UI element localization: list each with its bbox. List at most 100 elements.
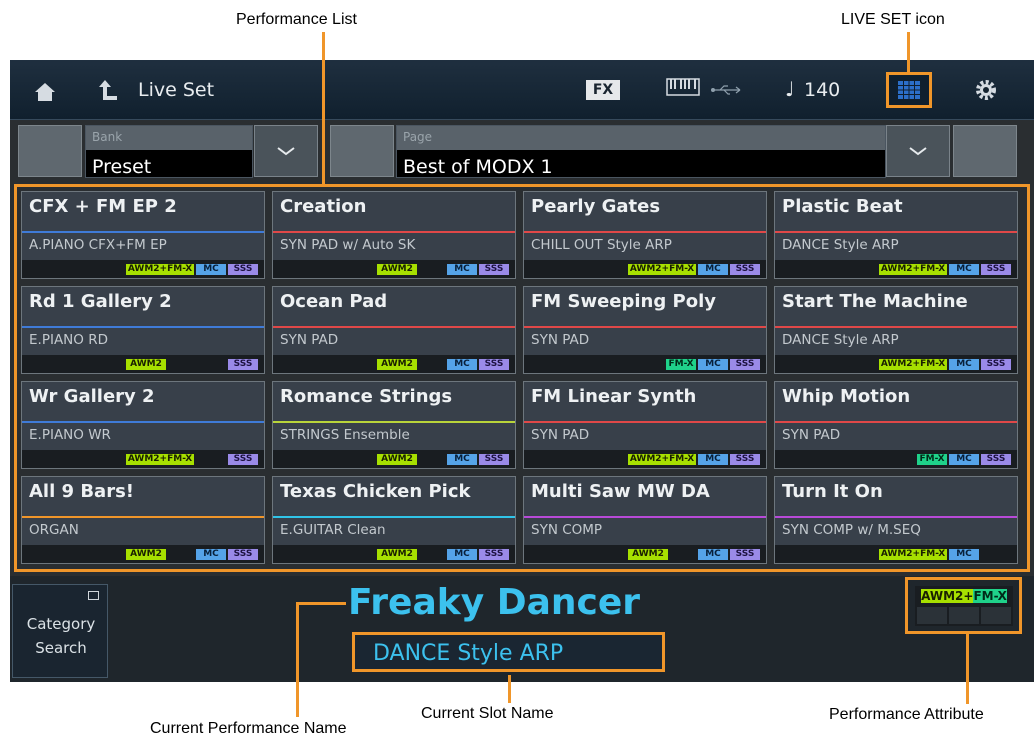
right-blank-button[interactable] xyxy=(953,125,1017,177)
slot-attribute-row: AWM2 SSS xyxy=(22,355,264,373)
slot-category-line xyxy=(273,231,515,233)
slot-performance-name: CFX + FM EP 2 xyxy=(29,196,177,217)
callout-leader xyxy=(508,675,511,703)
attribute-badge-ssc: SSS xyxy=(228,454,258,465)
slot-performance-name: Ocean Pad xyxy=(280,291,388,312)
fx-icon[interactable]: FX xyxy=(586,80,620,100)
attribute-badge-mc: MC xyxy=(196,264,226,275)
slot-category-name: DANCE Style ARP xyxy=(782,332,899,348)
tempo-value[interactable]: 140 xyxy=(804,79,840,101)
slot-performance-name: Multi Saw MW DA xyxy=(531,481,710,502)
slot-category-line xyxy=(273,516,515,518)
page-title: Live Set xyxy=(138,79,215,101)
chevron-down-icon xyxy=(909,147,927,156)
performance-attribute: AWM2+FM-X xyxy=(905,577,1022,634)
callout-liveset-icon: LIVE SET icon xyxy=(841,11,945,28)
attribute-badge-awm: AWM2 xyxy=(377,549,417,560)
slot-category-line xyxy=(775,421,1017,423)
attribute-badge-mc: MC xyxy=(698,359,728,370)
slot-category-name: ORGAN xyxy=(29,522,79,538)
attribute-badge-ssc: SSS xyxy=(730,359,760,370)
slot-performance-name: Texas Chicken Pick xyxy=(280,481,471,502)
slot-category-line xyxy=(22,326,264,328)
performance-slot[interactable]: FM Linear Synth SYN PAD AWM2+FM-X MC SSS xyxy=(523,381,767,469)
performance-slot[interactable]: Multi Saw MW DA SYN COMP AWM2 MC SSS xyxy=(523,476,767,564)
performance-slot[interactable]: All 9 Bars! ORGAN AWM2 MC SSS xyxy=(21,476,265,564)
attribute-badge-mc: MC xyxy=(949,359,979,370)
attribute-badge-mc: MC xyxy=(447,549,477,560)
attribute-badge-ssc: SSS xyxy=(479,359,509,370)
category-search-button[interactable]: Category Search xyxy=(12,584,108,678)
liveset-screen: Live Set FX ♩ 140 Bank Preset Page Best … xyxy=(10,60,1034,682)
callout-leader xyxy=(907,32,910,72)
attribute-badge-ssc: SSS xyxy=(730,264,760,275)
attribute-badge-ssc: SSS xyxy=(981,359,1011,370)
slot-performance-name: Wr Gallery 2 xyxy=(29,386,155,407)
slot-attribute-row: AWM2 MC SSS xyxy=(273,355,515,373)
category-search-label-line1: Category xyxy=(26,615,96,633)
performance-slot[interactable]: Wr Gallery 2 E.PIANO WR AWM2+FM-X SSS xyxy=(21,381,265,469)
performance-slot[interactable]: Plastic Beat DANCE Style ARP AWM2+FM-X MC SS… xyxy=(774,191,1018,279)
attribute-badge-ssc: SSS xyxy=(730,454,760,465)
category-search-label-line2: Search xyxy=(35,639,87,657)
attribute-badge-ssc: SSS xyxy=(228,359,258,370)
performance-slot[interactable]: CFX + FM EP 2 A.PIANO CFX+FM EP AWM2+FM-X M… xyxy=(21,191,265,279)
attribute-badge-mc: MC xyxy=(949,264,979,275)
slot-category-name: SYN PAD xyxy=(280,332,339,348)
slot-category-line xyxy=(775,326,1017,328)
performance-attribute-panel: AWM2+FM-X xyxy=(915,586,1013,626)
performance-slot[interactable]: Rd 1 Gallery 2 E.PIANO RD AWM2 SSS xyxy=(21,286,265,374)
performance-slot[interactable]: Romance Strings STRINGS Ensemble AWM2 MC SSS xyxy=(272,381,516,469)
attribute-badge-awm: AWM2 xyxy=(377,359,417,370)
performance-slot[interactable]: Start The Machine DANCE Style ARP AWM2+FM-… xyxy=(774,286,1018,374)
slot-category-name: STRINGS Ensemble xyxy=(280,427,410,443)
page-dropdown-button[interactable] xyxy=(886,125,950,177)
slot-category-name: E.PIANO RD xyxy=(29,332,108,348)
left-blank-button[interactable] xyxy=(18,125,82,177)
slot-category-line xyxy=(775,231,1017,233)
performance-slot[interactable]: Turn It On SYN COMP w/ M.SEQ AWM2+FM-X MC xyxy=(774,476,1018,564)
performance-slot[interactable]: Ocean Pad SYN PAD AWM2 MC SSS xyxy=(272,286,516,374)
slot-performance-name: FM Sweeping Poly xyxy=(531,291,716,312)
slot-category-name: A.PIANO CFX+FM EP xyxy=(29,237,167,253)
slot-attribute-row: AWM2+FM-X MC SSS xyxy=(775,260,1017,278)
slot-performance-name: All 9 Bars! xyxy=(29,481,134,502)
slot-performance-name: Romance Strings xyxy=(280,386,453,407)
liveset-icon[interactable] xyxy=(886,72,932,108)
performance-slot[interactable]: Creation SYN PAD w/ Auto SK AWM2 MC SSS xyxy=(272,191,516,279)
bank-dropdown-button[interactable] xyxy=(254,125,318,177)
back-arrow-icon[interactable] xyxy=(98,78,118,102)
slot-performance-name: Whip Motion xyxy=(782,386,911,407)
keyboard-icon xyxy=(666,78,700,96)
slot-category-name: E.PIANO WR xyxy=(29,427,111,443)
note-icon: ♩ xyxy=(785,77,795,101)
performance-slot[interactable]: Pearly Gates CHILL OUT Style ARP AWM2+FM-X… xyxy=(523,191,767,279)
attribute-badge-ssc: SSS xyxy=(479,454,509,465)
page-label: Page xyxy=(403,130,433,144)
bank-value: Preset xyxy=(92,156,152,178)
slot-attribute-row: AWM2+FM-X MC SSS xyxy=(775,355,1017,373)
home-icon[interactable] xyxy=(34,82,56,102)
chevron-down-icon xyxy=(277,147,295,156)
page-left-blank-button[interactable] xyxy=(330,125,394,177)
performance-slot[interactable]: Texas Chicken Pick E.GUITAR Clean AWM2 MC SS… xyxy=(272,476,516,564)
attribute-badge-mc: MC xyxy=(698,454,728,465)
attribute-badge-ssc: SSS xyxy=(981,264,1011,275)
attribute-badge-ssc: SSS xyxy=(479,549,509,560)
slot-performance-name: Plastic Beat xyxy=(782,196,903,217)
slot-performance-name: Pearly Gates xyxy=(531,196,661,217)
gear-icon[interactable] xyxy=(974,78,998,102)
bank-selector[interactable]: Bank Preset xyxy=(85,125,253,178)
performance-slot[interactable]: FM Sweeping Poly SYN PAD FM-X MC SSS xyxy=(523,286,767,374)
bank-label: Bank xyxy=(92,130,123,144)
slot-attribute-row: AWM2 MC SSS xyxy=(273,260,515,278)
current-slot-name-box: DANCE Style ARP xyxy=(352,632,665,672)
attribute-cell-2 xyxy=(949,607,979,624)
slot-category-name: SYN PAD xyxy=(531,332,590,348)
attribute-badge-fmx: FM-X xyxy=(917,454,947,465)
attribute-badge-fmx: FM-X xyxy=(666,359,696,370)
slot-category-name: SYN PAD xyxy=(782,427,841,443)
page-selector[interactable]: Page Best of MODX 1 xyxy=(396,125,886,178)
slot-category-name: SYN COMP w/ M.SEQ xyxy=(782,522,921,538)
performance-slot[interactable]: Whip Motion SYN PAD FM-X MC SSS xyxy=(774,381,1018,469)
